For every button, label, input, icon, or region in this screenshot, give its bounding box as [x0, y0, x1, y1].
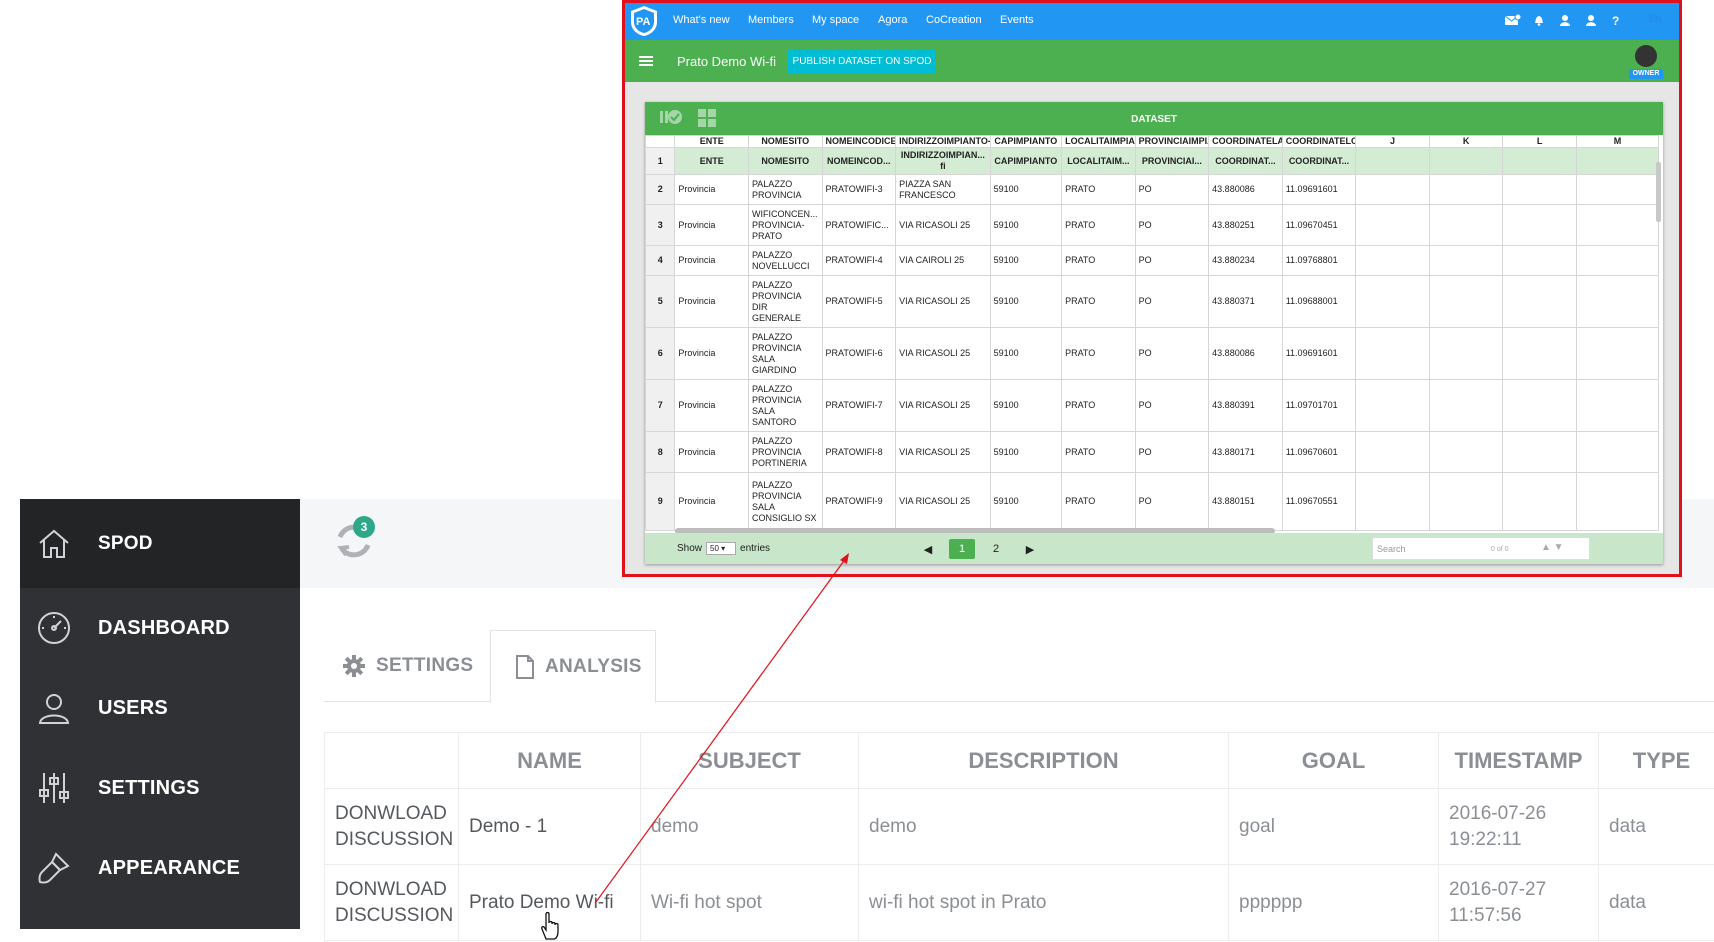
- hand-cursor-icon: [538, 911, 564, 942]
- callout-arrow: [595, 553, 849, 903]
- screenshot-stage: SPOD DASHBOARD USERS SETTINGS APPEARANCE: [0, 0, 1714, 942]
